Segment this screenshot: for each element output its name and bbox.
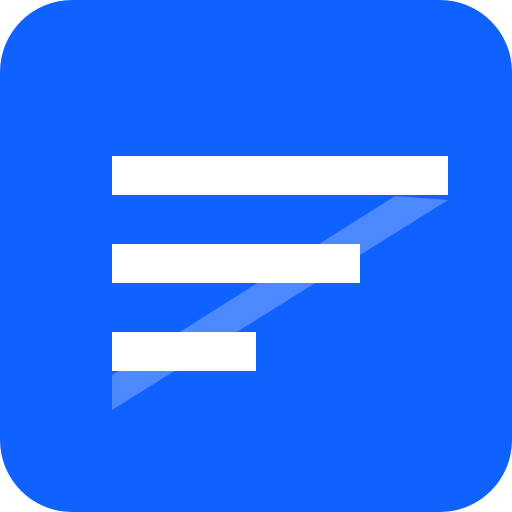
- app-icon[interactable]: [0, 0, 512, 512]
- filter-bar-bottom: [112, 332, 256, 371]
- filter-bar-middle: [112, 244, 360, 283]
- filter-bar-top: [112, 156, 448, 195]
